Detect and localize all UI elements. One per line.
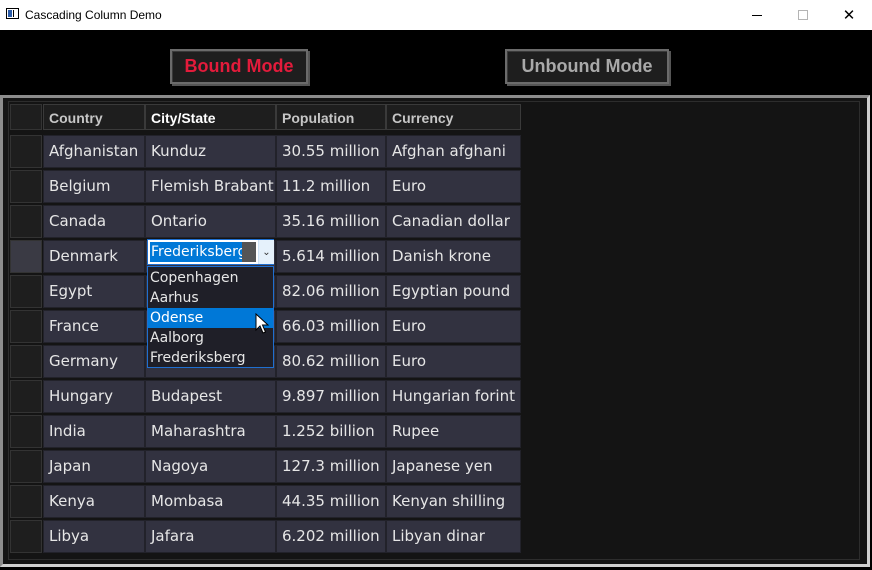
grid-cell-country[interactable]: Libya bbox=[43, 520, 145, 553]
grid-cell-currency[interactable]: Afghan afghani bbox=[386, 135, 521, 168]
grid-cell-currency[interactable]: Danish krone bbox=[386, 240, 521, 273]
grid-cell-currency[interactable]: Libyan dinar bbox=[386, 520, 521, 553]
chevron-down-icon[interactable]: ⌄ bbox=[258, 240, 274, 264]
grid-cell-currency[interactable]: Egyptian pound bbox=[386, 275, 521, 308]
grid-cell-country[interactable]: Canada bbox=[43, 205, 145, 238]
grid-cell-currency[interactable]: Euro bbox=[386, 170, 521, 203]
grid-cell-population[interactable]: 11.2 million bbox=[276, 170, 386, 203]
grid-cell-country[interactable]: Belgium bbox=[43, 170, 145, 203]
row-header[interactable] bbox=[10, 345, 42, 378]
column-header-currency[interactable]: Currency bbox=[386, 104, 521, 130]
grid-cell-city[interactable]: Nagoya bbox=[145, 450, 276, 483]
minimize-button[interactable] bbox=[734, 0, 780, 30]
grid-cell-population[interactable]: 1.252 billion bbox=[276, 415, 386, 448]
dropdown-option[interactable]: Aarhus bbox=[148, 288, 273, 308]
grid-cell-currency[interactable]: Hungarian forint bbox=[386, 380, 521, 413]
grid-cell-city[interactable]: Mombasa bbox=[145, 485, 276, 518]
dropdown-option[interactable]: Copenhagen bbox=[148, 268, 273, 288]
grid-cell-country[interactable]: Kenya bbox=[43, 485, 145, 518]
grid-cell-city[interactable]: Kunduz bbox=[145, 135, 276, 168]
dropdown-option[interactable]: Frederiksberg bbox=[148, 348, 273, 368]
combo-selected-text[interactable]: Frederiksberg bbox=[150, 242, 248, 262]
title-bar: Cascading Column Demo ✕ bbox=[0, 0, 872, 30]
grid-cell-population[interactable]: 6.202 million bbox=[276, 520, 386, 553]
row-header[interactable] bbox=[10, 205, 42, 238]
column-header-country[interactable]: Country bbox=[43, 104, 145, 130]
window-title: Cascading Column Demo bbox=[25, 8, 162, 22]
row-header[interactable] bbox=[10, 485, 42, 518]
unbound-mode-button[interactable]: Unbound Mode bbox=[505, 49, 669, 84]
row-header[interactable] bbox=[10, 520, 42, 553]
grid-cell-country[interactable]: India bbox=[43, 415, 145, 448]
grid-cell-population[interactable]: 30.55 million bbox=[276, 135, 386, 168]
grid-cell-country[interactable]: Hungary bbox=[43, 380, 145, 413]
grid-cell-city[interactable]: Budapest bbox=[145, 380, 276, 413]
grid-cell-population[interactable]: 35.16 million bbox=[276, 205, 386, 238]
grid-cell-country[interactable]: Germany bbox=[43, 345, 145, 378]
maximize-button[interactable] bbox=[780, 0, 826, 30]
grid-cell-population[interactable]: 82.06 million bbox=[276, 275, 386, 308]
column-header-city-state[interactable]: City/State bbox=[145, 104, 276, 130]
grid-cell-population[interactable]: 5.614 million bbox=[276, 240, 386, 273]
grid-cell-currency[interactable]: Canadian dollar bbox=[386, 205, 521, 238]
grid-cell-currency[interactable]: Euro bbox=[386, 345, 521, 378]
grid-cell-country[interactable]: Afghanistan bbox=[43, 135, 145, 168]
grid-cell-currency[interactable]: Japanese yen bbox=[386, 450, 521, 483]
grid-cell-population[interactable]: 66.03 million bbox=[276, 310, 386, 343]
grid-cell-country[interactable]: Egypt bbox=[43, 275, 145, 308]
minimize-icon bbox=[752, 14, 762, 16]
bound-mode-button[interactable]: Bound Mode bbox=[170, 49, 308, 84]
grid-cell-population[interactable]: 44.35 million bbox=[276, 485, 386, 518]
row-header[interactable] bbox=[10, 240, 42, 273]
city-combo-editor[interactable]: Frederiksberg ⌄ bbox=[147, 239, 274, 265]
grid-cell-city[interactable]: Ontario bbox=[145, 205, 276, 238]
row-header[interactable] bbox=[10, 415, 42, 448]
grid-cell-currency[interactable]: Rupee bbox=[386, 415, 521, 448]
grid-corner[interactable] bbox=[10, 104, 42, 130]
grid-cell-country[interactable]: France bbox=[43, 310, 145, 343]
grid-cell-population[interactable]: 9.897 million bbox=[276, 380, 386, 413]
grid-cell-city[interactable]: Flemish Brabant bbox=[145, 170, 276, 203]
close-button[interactable]: ✕ bbox=[826, 0, 872, 30]
grid-cell-population[interactable]: 80.62 million bbox=[276, 345, 386, 378]
row-header[interactable] bbox=[10, 310, 42, 343]
grid-cell-population[interactable]: 127.3 million bbox=[276, 450, 386, 483]
grid-cell-country[interactable]: Denmark bbox=[43, 240, 145, 273]
column-header-population[interactable]: Population bbox=[276, 104, 386, 130]
grid-cell-city[interactable]: Jafara bbox=[145, 520, 276, 553]
grid-cell-currency[interactable]: Euro bbox=[386, 310, 521, 343]
maximize-icon bbox=[798, 10, 808, 20]
app-icon bbox=[6, 8, 19, 19]
grid-cell-country[interactable]: Japan bbox=[43, 450, 145, 483]
row-header[interactable] bbox=[10, 450, 42, 483]
row-header[interactable] bbox=[10, 135, 42, 168]
grid-cell-currency[interactable]: Kenyan shilling bbox=[386, 485, 521, 518]
mouse-pointer-icon bbox=[255, 313, 270, 334]
grid-cell-city[interactable]: Maharashtra bbox=[145, 415, 276, 448]
text-caret bbox=[242, 242, 256, 262]
row-header[interactable] bbox=[10, 170, 42, 203]
row-header[interactable] bbox=[10, 275, 42, 308]
row-header[interactable] bbox=[10, 380, 42, 413]
close-icon: ✕ bbox=[842, 6, 856, 24]
